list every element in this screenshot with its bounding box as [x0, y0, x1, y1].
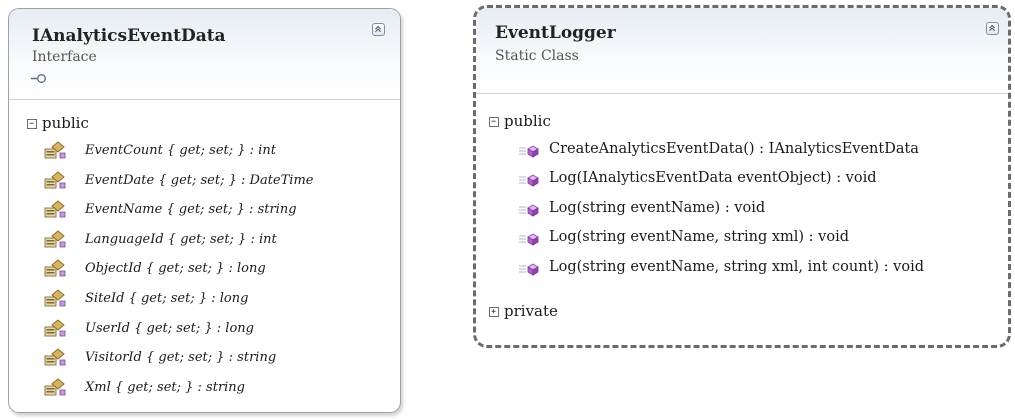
property-icon	[44, 200, 66, 218]
property-signature: Xml { get; set; } : string	[85, 379, 246, 395]
property-signature: UserId { get; set; } : long	[85, 320, 254, 336]
class-stereotype: Static Class	[495, 48, 579, 64]
property-signature: EventCount { get; set; } : int	[85, 143, 276, 158]
collapse-minus-icon[interactable]	[27, 119, 37, 129]
collapse-chevron-icon[interactable]	[986, 22, 999, 35]
property-icon	[44, 348, 66, 366]
section-label: public	[504, 112, 551, 130]
class-header: EventLogger Static Class	[476, 8, 1008, 94]
collapse-chevron-icon[interactable]	[372, 23, 385, 36]
method-icon	[519, 233, 539, 246]
expand-plus-icon[interactable]	[489, 307, 499, 317]
method-icon	[519, 263, 539, 276]
class-title: EventLogger	[495, 23, 616, 43]
interface-stereotype: Interface	[32, 49, 97, 65]
class-shape-eventlogger[interactable]: EventLogger Static Class public CreateAn…	[473, 5, 1011, 348]
section-label: private	[504, 302, 558, 320]
method-signature: Log(string eventName) : void	[549, 199, 766, 216]
collapse-minus-icon[interactable]	[489, 117, 499, 127]
property-icon	[44, 289, 66, 307]
property-icon	[44, 378, 66, 396]
method-signature: Log(string eventName, string xml) : void	[549, 229, 849, 246]
method-icon	[519, 174, 539, 188]
property-icon	[44, 141, 66, 159]
interface-header: IAnalyticsEventData Interface	[9, 9, 400, 100]
property-signature: SiteId { get; set; } : long	[85, 290, 249, 306]
property-signature: ObjectId { get; set; } : long	[85, 261, 266, 277]
property-icon	[44, 230, 66, 248]
method-icon	[519, 145, 539, 158]
section-label: public	[42, 114, 89, 132]
interface-title: IAnalyticsEventData	[32, 26, 226, 46]
interface-lollipop-icon	[31, 74, 46, 83]
property-icon	[44, 170, 66, 189]
method-signature: Log(IAnalyticsEventData eventObject) : v…	[549, 170, 877, 187]
method-icon	[519, 204, 539, 217]
property-signature: LanguageId { get; set; } : int	[85, 231, 277, 247]
property-signature: EventName { get; set; } : string	[85, 202, 297, 218]
method-signature: Log(string eventName, string xml, int co…	[549, 258, 924, 275]
method-signature: CreateAnalyticsEventData() : IAnalyticsE…	[549, 141, 919, 157]
property-icon	[44, 318, 66, 337]
interface-shape-ianalyticseventdata[interactable]: IAnalyticsEventData Interface public Eve…	[8, 8, 401, 413]
property-signature: VisitorId { get; set; } : string	[85, 350, 277, 366]
property-signature: EventDate { get; set; } : DateTime	[85, 172, 314, 188]
property-icon	[44, 259, 66, 277]
